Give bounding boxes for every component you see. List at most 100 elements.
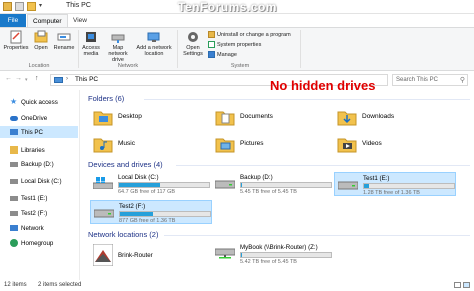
drive-usage-bar: [240, 252, 332, 258]
add-network-location-button[interactable]: Add a network location: [135, 30, 173, 57]
view-switcher: [454, 282, 470, 288]
nav-item-onedrive[interactable]: OneDrive: [0, 112, 78, 124]
computer-icon: [10, 129, 18, 135]
system-properties-button[interactable]: System properties: [208, 41, 261, 48]
details-view-icon[interactable]: [454, 282, 461, 288]
ribbon: Properties Open Rename Location Access m…: [0, 27, 474, 71]
nav-item-homegroup[interactable]: Homegroup: [0, 237, 78, 249]
drive-icon: [10, 210, 18, 216]
network-drive-mybook-z[interactable]: MyBook (\\Brink-Router) (Z:) 5.42 TB fre…: [212, 242, 362, 266]
open-settings-button[interactable]: Open Settings: [181, 30, 205, 57]
drive-usage-bar: [240, 182, 332, 188]
network-location-brink-router[interactable]: Brink-Router: [90, 242, 212, 272]
nav-label: Test2 (F:): [21, 209, 48, 217]
tab-file[interactable]: File: [0, 14, 26, 27]
drive-icon: [215, 180, 235, 189]
desktop-folder-icon: [93, 111, 113, 126]
new-folder-icon[interactable]: [27, 2, 36, 11]
uninstall-program-button[interactable]: Uninstall or change a program: [208, 31, 291, 38]
forward-arrow-icon[interactable]: →: [15, 75, 22, 82]
rename-button[interactable]: Rename: [53, 30, 75, 51]
drive-test2-f[interactable]: Test2 (F:) 877 GB free of 1.36 TB: [90, 200, 212, 224]
map-network-drive-button[interactable]: Map network drive: [104, 30, 132, 63]
access-media-button[interactable]: Access media: [80, 30, 102, 57]
drive-usage-bar: [118, 182, 210, 188]
drive-icon: [10, 178, 18, 184]
drive-local-disk-c[interactable]: Local Disk (C:) 64.7 GB free of 117 GB: [90, 172, 212, 196]
location-group-label: Location: [28, 63, 50, 69]
folder-label: Music: [118, 140, 135, 147]
network-locations-header[interactable]: Network locations (2): [88, 230, 158, 239]
recent-dropdown-icon[interactable]: ▾: [25, 77, 28, 83]
folder-documents[interactable]: Documents: [212, 107, 332, 131]
properties-button[interactable]: Properties: [3, 30, 29, 51]
uninstall-icon: [208, 31, 215, 38]
folder-pictures[interactable]: Pictures: [212, 134, 332, 158]
nav-item-libraries[interactable]: Libraries: [0, 144, 78, 156]
folders-header[interactable]: Folders (6): [88, 94, 124, 103]
folder-downloads[interactable]: Downloads: [334, 107, 454, 131]
folder-icon: [3, 2, 12, 11]
tab-computer[interactable]: Computer: [27, 14, 68, 27]
watermark: TenForums.com: [178, 0, 277, 14]
network-location-name: Brink-Router: [118, 252, 153, 259]
open-button[interactable]: Open: [32, 30, 50, 51]
address-path: This PC: [75, 76, 99, 83]
nav-item-quick-access[interactable]: ★ Quick access: [0, 96, 78, 108]
properties-label: Properties: [3, 45, 29, 51]
nav-item-test2-f[interactable]: Test2 (F:): [0, 207, 78, 219]
nav-item-backup-d[interactable]: Backup (D:): [0, 158, 78, 170]
search-box[interactable]: Search This PC ⚲: [392, 74, 468, 86]
drive-space: 877 GB free of 1.36 TB: [119, 218, 176, 224]
large-icons-view-icon[interactable]: [463, 282, 470, 288]
system-properties-label: System properties: [217, 41, 262, 48]
drive-icon: [338, 181, 358, 190]
library-icon: [10, 146, 18, 154]
drive-test1-e[interactable]: Test1 (E:) 1.28 TB free of 1.36 TB: [334, 172, 456, 196]
drive-name: Test2 (F:): [119, 203, 146, 210]
manage-button[interactable]: Manage: [208, 51, 237, 58]
tab-view[interactable]: View: [68, 14, 92, 27]
folder-label: Pictures: [240, 140, 264, 147]
ribbon-tabs: File Computer View: [0, 14, 474, 27]
nav-item-this-pc[interactable]: This PC: [0, 126, 78, 138]
nav-label: Backup (D:): [21, 160, 54, 168]
drive-name: MyBook (\\Brink-Router) (Z:): [240, 244, 318, 251]
folder-videos[interactable]: Videos: [334, 134, 454, 158]
nav-item-test1-e[interactable]: Test1 (E:): [0, 192, 78, 204]
devices-header[interactable]: Devices and drives (4): [88, 160, 163, 169]
title-bar: ▾ This PC TenForums.com: [0, 0, 474, 14]
nav-item-local-disk-c[interactable]: Local Disk (C:): [0, 175, 78, 187]
folder-label: Documents: [240, 113, 273, 120]
back-arrow-icon[interactable]: ←: [5, 75, 12, 82]
up-arrow-icon[interactable]: ↑: [35, 75, 39, 82]
drive-name: Local Disk (C:): [118, 174, 159, 181]
music-folder-icon: [93, 138, 113, 153]
folder-music[interactable]: Music: [90, 134, 210, 158]
drive-icon: [94, 209, 114, 218]
chevron-right-icon: ›: [66, 76, 68, 82]
nav-label: This PC: [21, 128, 44, 136]
drive-backup-d[interactable]: Backup (D:) 5.45 TB free of 5.45 TB: [212, 172, 334, 196]
annotation-text: No hidden drives: [270, 78, 376, 93]
properties-icon[interactable]: [15, 2, 24, 11]
drive-usage-fill: [241, 183, 242, 187]
drive-icon: [10, 161, 18, 167]
folder-desktop[interactable]: Desktop: [90, 107, 210, 131]
open-settings-label: Open Settings: [183, 45, 203, 57]
checkmark-icon: [208, 41, 215, 48]
drive-space: 5.45 TB free of 5.45 TB: [240, 189, 297, 195]
media-icon: [86, 32, 96, 42]
drive-name: Test1 (E:): [363, 175, 390, 182]
customize-toolbar-icon[interactable]: ▾: [39, 2, 46, 11]
nav-item-network[interactable]: Network: [0, 222, 78, 234]
open-label: Open: [34, 45, 48, 51]
folder-label: Downloads: [362, 113, 395, 120]
rename-icon: [57, 33, 71, 41]
open-folder-icon: [34, 30, 48, 43]
quick-access-toolbar: ▾: [3, 2, 46, 11]
section-divider: [176, 165, 470, 166]
nav-label: Test1 (E:): [21, 194, 48, 202]
navigation-pane: ★ Quick access OneDrive This PC Librarie…: [0, 90, 80, 280]
window-title: This PC: [66, 2, 91, 9]
